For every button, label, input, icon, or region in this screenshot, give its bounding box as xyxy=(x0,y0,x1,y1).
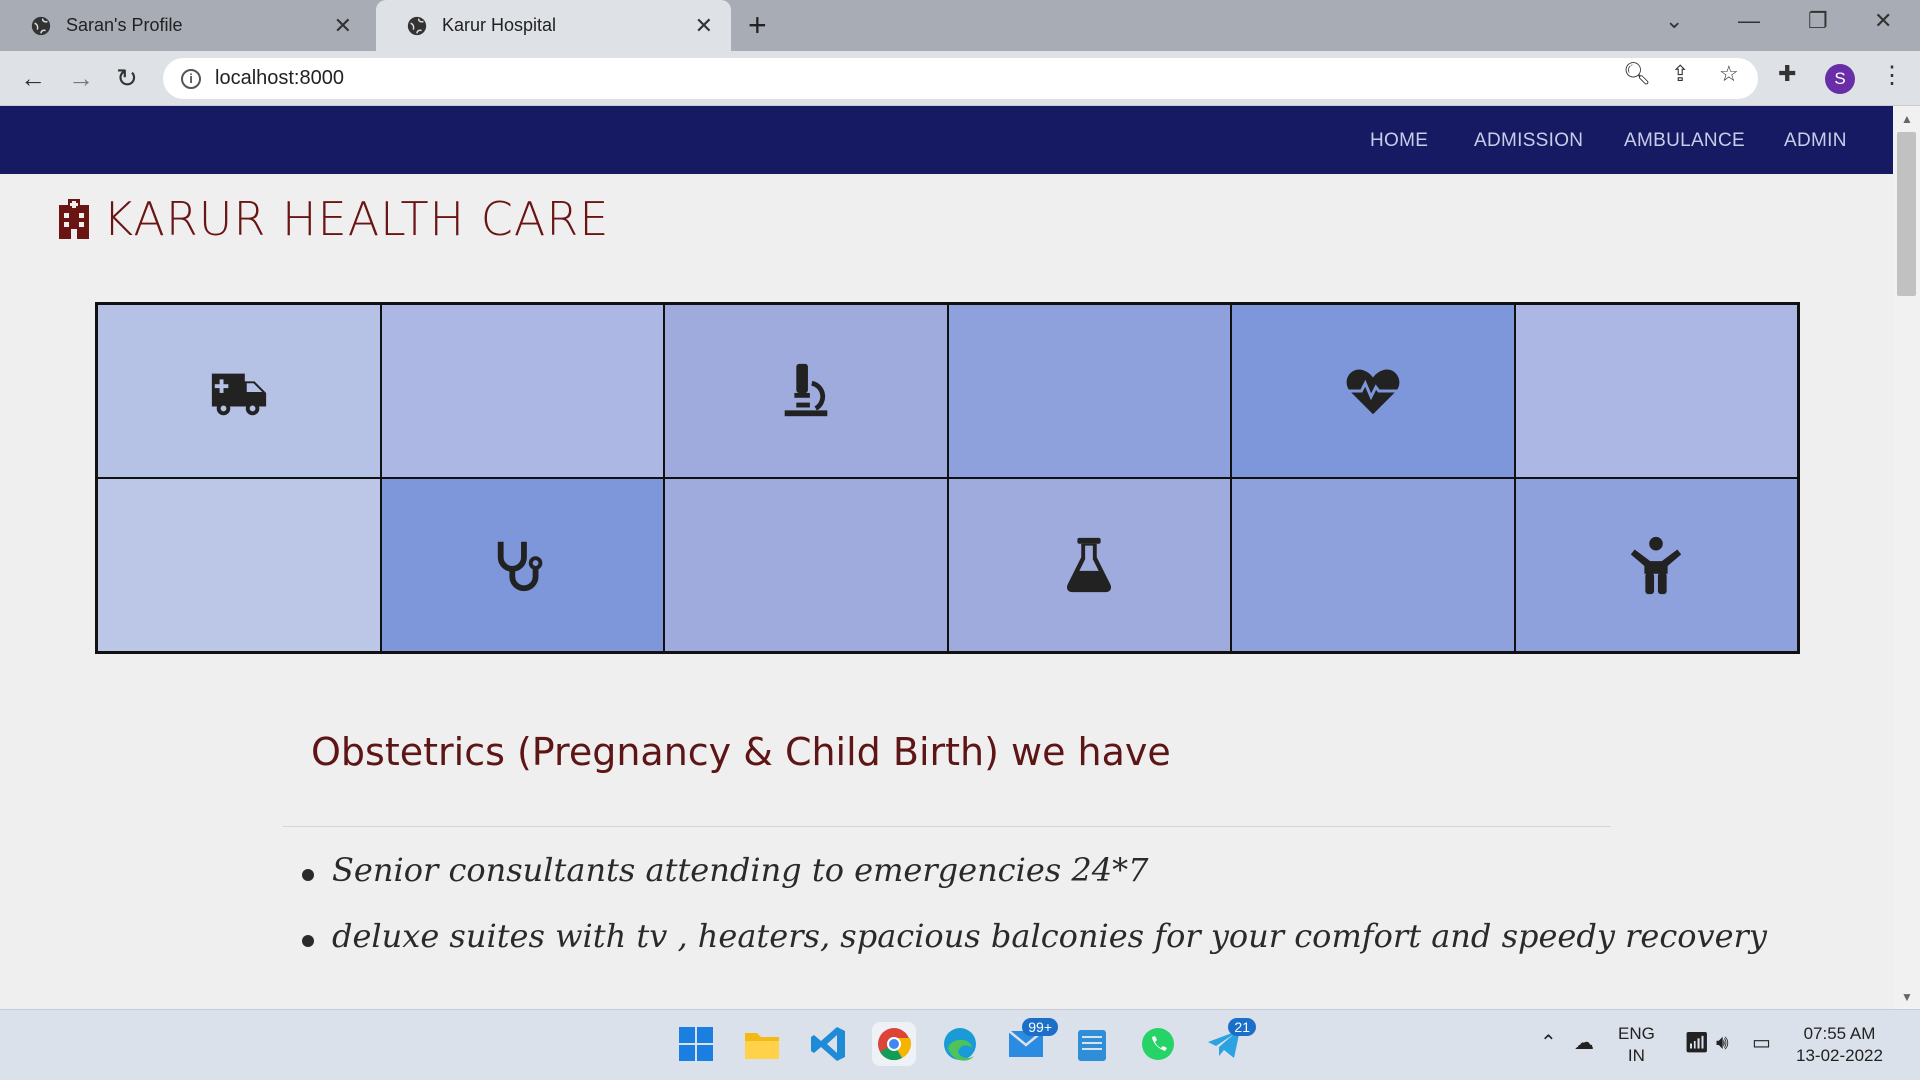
minimize-button[interactable]: — xyxy=(1738,8,1760,34)
mail-button[interactable]: 99+ xyxy=(1004,1018,1058,1066)
windows-taskbar: 99+ 21 ⌃ ☁ ENG IN 📶︎ 🔊︎ ▭ 07:55 AM 13-02… xyxy=(0,1009,1920,1080)
site-navbar: HOME ADMISSION AMBULANCE ADMIN xyxy=(0,106,1893,174)
extensions-icon[interactable]: ✚ xyxy=(1778,61,1796,87)
list-item: Senior consultants attending to emergenc… xyxy=(298,851,1767,889)
child-icon xyxy=(1631,536,1682,595)
divider xyxy=(283,826,1611,827)
grid-cell xyxy=(97,304,381,478)
grid-cell xyxy=(947,304,1231,478)
volume-icon[interactable]: 🔊︎ xyxy=(1716,1032,1729,1054)
grid-cell xyxy=(380,304,664,478)
nav-admin[interactable]: ADMIN xyxy=(1784,130,1847,152)
tab-search-icon[interactable]: ⌄ xyxy=(1665,8,1683,34)
services-grid xyxy=(95,302,1800,654)
chrome-icon xyxy=(878,1028,912,1061)
url-text: localhost:8000 xyxy=(215,67,344,89)
grid-cell xyxy=(664,478,948,652)
new-tab-button[interactable]: + xyxy=(748,8,767,42)
grid-cell xyxy=(1231,304,1515,478)
list-item: deluxe suites with tv , heaters, spaciou… xyxy=(298,917,1767,955)
flask-icon xyxy=(1067,537,1112,593)
section-heading: Obstetrics (Pregnancy & Child Birth) we … xyxy=(311,730,1171,774)
grid-cell xyxy=(1514,478,1798,652)
language-indicator[interactable]: ENG IN xyxy=(1618,1023,1655,1067)
page-scrollbar[interactable]: ▲ ▼ xyxy=(1893,106,1920,1009)
reload-button[interactable]: ↻ xyxy=(116,63,138,93)
tab-title: Saran's Profile xyxy=(66,15,183,35)
nav-home[interactable]: HOME xyxy=(1370,130,1428,152)
clock-time: 07:55 AM xyxy=(1803,1024,1876,1043)
wifi-icon[interactable]: 📶︎ xyxy=(1684,1032,1709,1054)
telegram-badge: 21 xyxy=(1228,1018,1256,1036)
region-label: IN xyxy=(1627,1046,1645,1065)
battery-icon[interactable]: ▭ xyxy=(1752,1032,1771,1054)
browser-tab-active[interactable]: Karur Hospital ✕ xyxy=(376,0,731,51)
close-tab-icon[interactable]: ✕ xyxy=(695,13,713,39)
grid-cell xyxy=(1231,478,1515,652)
edge-button[interactable] xyxy=(938,1022,982,1066)
browser-tab-strip: Saran's Profile ✕ Karur Hospital ✕ + ⌄ —… xyxy=(0,0,1920,51)
notepad-icon xyxy=(1078,1030,1106,1061)
close-window-button[interactable]: ✕ xyxy=(1874,8,1892,34)
onedrive-icon[interactable]: ☁ xyxy=(1574,1032,1594,1054)
ambulance-icon xyxy=(211,373,266,416)
bookmark-star-icon[interactable]: ☆ xyxy=(1719,61,1739,87)
grid-cell xyxy=(947,478,1231,652)
web-page: HOME ADMISSION AMBULANCE ADMIN KARUR HEA… xyxy=(0,106,1893,1009)
language-label: ENG xyxy=(1618,1024,1655,1043)
browser-menu-icon[interactable]: ⋮ xyxy=(1880,61,1904,90)
scroll-thumb[interactable] xyxy=(1897,132,1916,296)
heartbeat-icon xyxy=(1346,369,1400,415)
file-explorer-button[interactable] xyxy=(740,1022,784,1066)
nav-ambulance[interactable]: AMBULANCE xyxy=(1624,130,1745,152)
scroll-down-arrow[interactable]: ▼ xyxy=(1901,990,1913,1004)
grid-cell xyxy=(380,478,664,652)
restore-button[interactable]: ❐ xyxy=(1808,8,1828,34)
chrome-button[interactable] xyxy=(872,1022,916,1066)
telegram-button[interactable]: 21 xyxy=(1202,1018,1256,1066)
browser-toolbar: ← → ↻ i localhost:8000 🔍︎ ⇪ ☆ ✚ S ⋮ xyxy=(0,51,1920,106)
whatsapp-button[interactable] xyxy=(1136,1022,1180,1066)
mail-badge: 99+ xyxy=(1022,1018,1058,1036)
nav-admission[interactable]: ADMISSION xyxy=(1474,130,1583,152)
profile-avatar[interactable]: S xyxy=(1825,64,1855,94)
microscope-icon xyxy=(784,363,828,417)
whatsapp-icon xyxy=(1142,1028,1174,1060)
folder-icon xyxy=(745,1033,779,1059)
grid-cell xyxy=(664,304,948,478)
brand-name: KARUR HEALTH CARE xyxy=(103,192,610,246)
grid-cell xyxy=(1514,304,1798,478)
stethoscope-icon xyxy=(498,541,543,592)
back-button[interactable]: ← xyxy=(20,63,46,93)
vscode-icon xyxy=(811,1027,845,1061)
vscode-button[interactable] xyxy=(806,1022,850,1066)
site-info-icon[interactable]: i xyxy=(181,68,201,89)
site-brand[interactable]: KARUR HEALTH CARE xyxy=(57,192,609,246)
globe-icon xyxy=(407,16,427,35)
grid-cell xyxy=(97,478,381,652)
forward-button[interactable]: → xyxy=(68,63,94,93)
start-button[interactable] xyxy=(674,1022,718,1066)
globe-icon xyxy=(31,16,51,35)
show-hidden-icons-chevron-icon[interactable]: ⌃ xyxy=(1540,1032,1557,1054)
zoom-icon[interactable]: 🔍︎ xyxy=(1623,61,1651,87)
address-bar[interactable]: i localhost:8000 xyxy=(163,58,1758,99)
edge-icon xyxy=(944,1028,976,1061)
windows-icon xyxy=(679,1027,713,1061)
features-list: Senior consultants attending to emergenc… xyxy=(298,851,1767,983)
tab-title: Karur Hospital xyxy=(442,15,557,35)
scroll-up-arrow[interactable]: ▲ xyxy=(1901,112,1913,126)
system-clock[interactable]: 07:55 AM 13-02-2022 xyxy=(1796,1023,1883,1067)
close-tab-icon[interactable]: ✕ xyxy=(334,13,352,39)
share-icon[interactable]: ⇪ xyxy=(1671,61,1689,87)
browser-tab[interactable]: Saran's Profile ✕ xyxy=(0,0,370,51)
notepad-button[interactable] xyxy=(1070,1022,1114,1066)
hospital-icon xyxy=(59,199,89,239)
clock-date: 13-02-2022 xyxy=(1796,1046,1883,1065)
